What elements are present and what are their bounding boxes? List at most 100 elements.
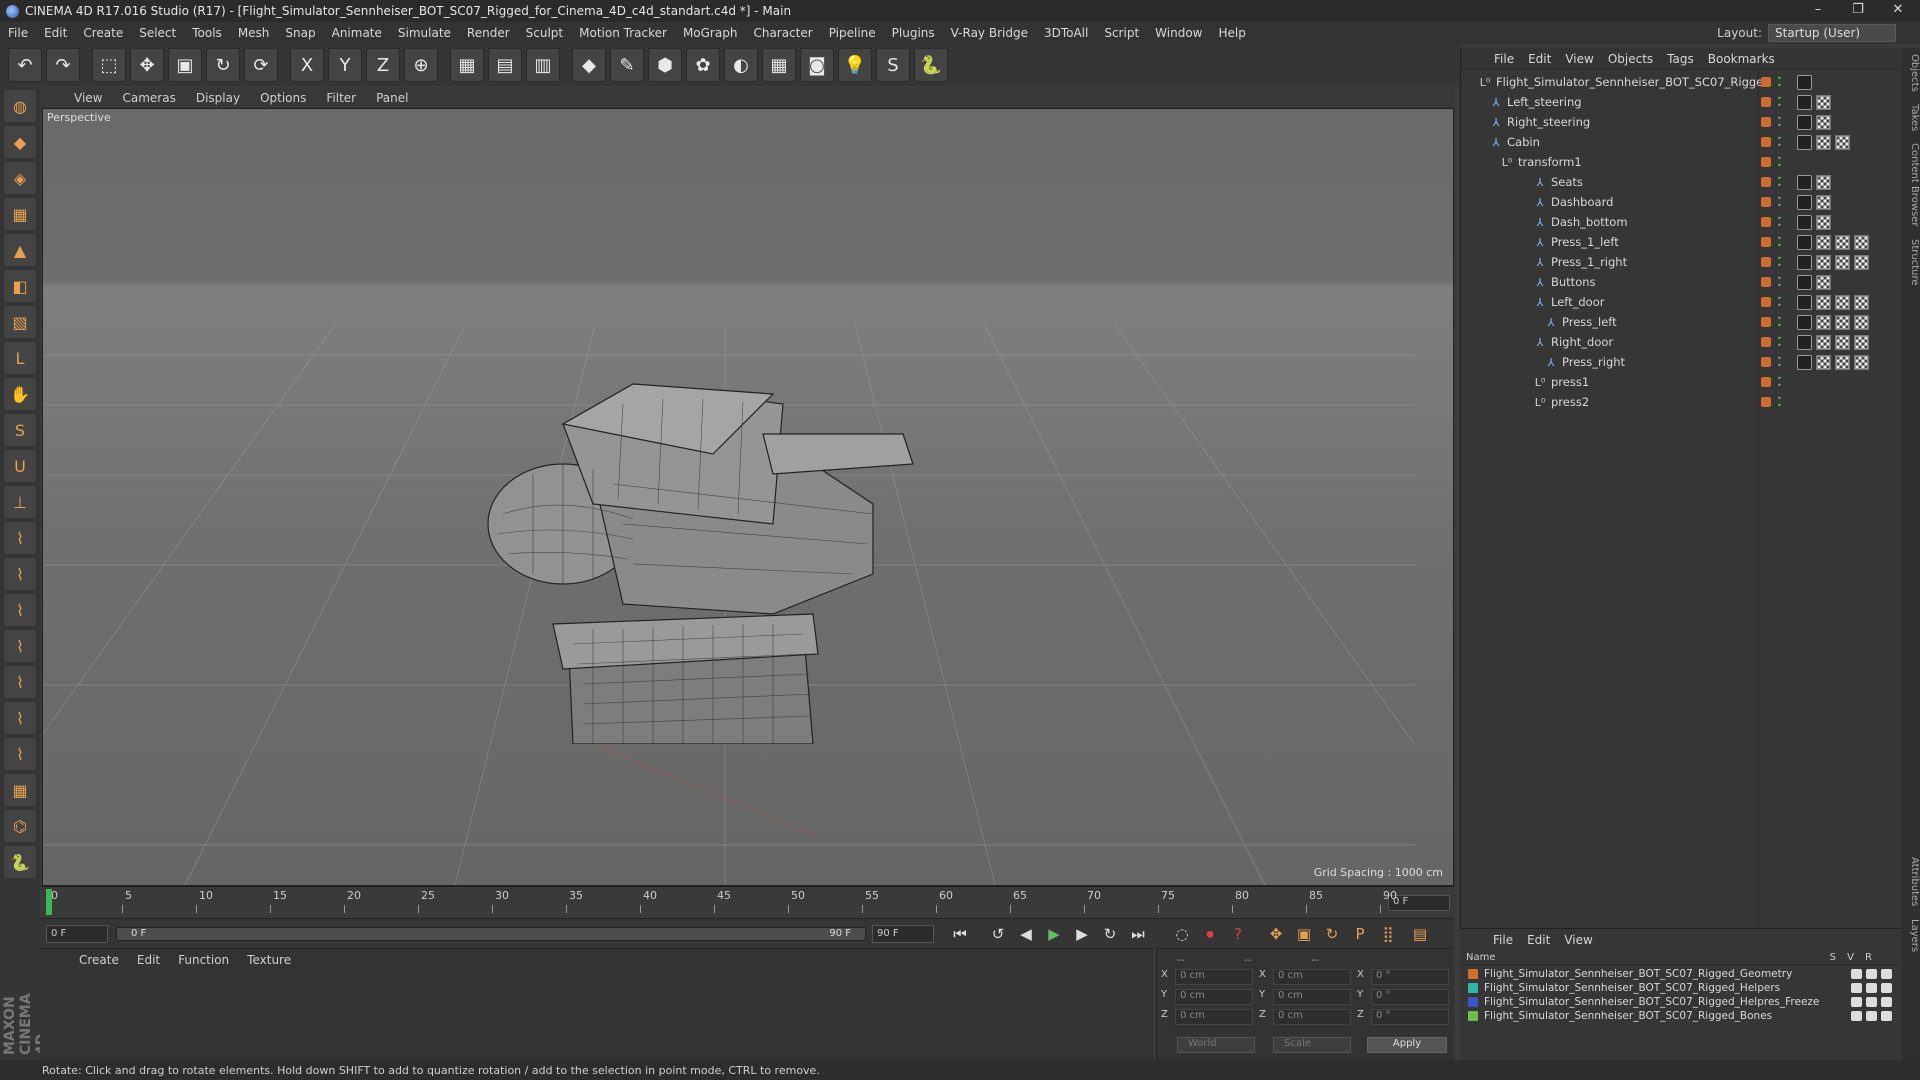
menu-sculpt[interactable]: Sculpt: [518, 26, 571, 40]
menu-3dtoall[interactable]: 3DToAll: [1036, 26, 1096, 40]
left-tool-10-icon[interactable]: U: [4, 450, 36, 482]
viewport-perspective[interactable]: Perspective Grid Spacing : 1000 cm: [42, 108, 1454, 886]
right-tab-structure[interactable]: Structure: [1902, 233, 1920, 292]
material-tag-icon[interactable]: [1797, 134, 1812, 150]
edit-render-settings-icon[interactable]: ▥: [526, 48, 560, 82]
visibility-dots-icon[interactable]: • •: [1777, 235, 1782, 250]
cloner-icon[interactable]: ✿: [686, 48, 720, 82]
layer-color-swatch[interactable]: [1761, 357, 1771, 367]
render-icon[interactable]: [1881, 997, 1892, 1007]
left-tool-11-icon[interactable]: ⊥: [4, 486, 36, 518]
material-menu-texture[interactable]: Texture: [238, 953, 300, 967]
menu-window[interactable]: Window: [1147, 26, 1210, 40]
texture-tag-icon[interactable]: [1835, 234, 1850, 250]
recent-tool-icon[interactable]: ⟳: [244, 48, 278, 82]
visibility-dots-icon[interactable]: • •: [1777, 275, 1782, 290]
menu-edit[interactable]: Edit: [36, 26, 75, 40]
material-tag-icon[interactable]: [1797, 314, 1812, 330]
right-tab-objects[interactable]: Objects: [1902, 48, 1920, 98]
current-frame-field[interactable]: 0 F: [1388, 895, 1450, 911]
object-menu-objects[interactable]: Objects: [1601, 52, 1660, 66]
material-menu-create[interactable]: Create: [70, 953, 128, 967]
solo-icon[interactable]: [1851, 969, 1862, 979]
object-row[interactable]: L⁰ press1 • •: [1461, 372, 1903, 392]
object-row[interactable]: ⅄ Left_door • •: [1461, 292, 1903, 312]
left-tool-20-icon[interactable]: ⌬: [4, 810, 36, 842]
material-tag-icon[interactable]: [1797, 74, 1812, 90]
menu-script[interactable]: Script: [1096, 26, 1147, 40]
menu-mograph[interactable]: MoGraph: [675, 26, 746, 40]
coordinate-system-dropdown[interactable]: World: [1177, 1037, 1255, 1053]
layer-menu-file[interactable]: File: [1486, 933, 1520, 947]
world-coordinates-icon[interactable]: ⊕: [404, 48, 438, 82]
render-view-icon[interactable]: ▦: [450, 48, 484, 82]
visible-icon[interactable]: [1866, 969, 1877, 979]
object-menu-tags[interactable]: Tags: [1660, 52, 1701, 66]
viewport-menu-display[interactable]: Display: [186, 91, 250, 105]
left-tool-19-icon[interactable]: ▦: [4, 774, 36, 806]
render-icon[interactable]: [1881, 983, 1892, 993]
texture-tag-icon[interactable]: [1816, 114, 1831, 130]
y-axis-icon[interactable]: Y: [328, 48, 362, 82]
layer-color-swatch[interactable]: [1468, 1011, 1478, 1021]
autokey-icon[interactable]: ?: [1226, 922, 1250, 946]
texture-tag-icon[interactable]: [1816, 354, 1831, 370]
viewport-menu-options[interactable]: Options: [250, 91, 316, 105]
viewport-menu-view[interactable]: View: [64, 91, 112, 105]
left-tool-4-icon[interactable]: ▲: [4, 234, 36, 266]
left-tool-0-icon[interactable]: ◍: [4, 90, 36, 122]
object-row[interactable]: ⅄ Buttons • •: [1461, 272, 1903, 292]
object-row[interactable]: ⅄ Press_right • •: [1461, 352, 1903, 372]
menu-help[interactable]: Help: [1210, 26, 1253, 40]
cube-icon[interactable]: ◆: [572, 48, 606, 82]
visibility-dots-icon[interactable]: • •: [1777, 95, 1782, 110]
right-tab-attributes[interactable]: Attributes: [1902, 851, 1920, 912]
undo-icon[interactable]: ↶: [8, 48, 42, 82]
viewport-menu-filter[interactable]: Filter: [316, 91, 366, 105]
menu-select[interactable]: Select: [131, 26, 184, 40]
visibility-dots-icon[interactable]: • •: [1777, 215, 1782, 230]
visibility-dots-icon[interactable]: • •: [1777, 335, 1782, 350]
layer-color-swatch[interactable]: [1761, 157, 1771, 167]
material-tag-icon[interactable]: [1797, 214, 1812, 230]
floor-icon[interactable]: ▦: [762, 48, 796, 82]
texture-tag-icon[interactable]: [1816, 134, 1831, 150]
rotate-icon[interactable]: ↻: [206, 48, 240, 82]
coord-rotation-field[interactable]: 0 °: [1371, 969, 1449, 985]
x-axis-icon[interactable]: X: [290, 48, 324, 82]
light-icon[interactable]: 💡: [838, 48, 872, 82]
texture-tag-icon[interactable]: [1816, 334, 1831, 350]
layer-color-swatch[interactable]: [1761, 77, 1771, 87]
layer-color-swatch[interactable]: [1761, 177, 1771, 187]
z-axis-icon[interactable]: Z: [366, 48, 400, 82]
solo-icon[interactable]: [1851, 997, 1862, 1007]
texture-tag-icon[interactable]: [1816, 214, 1831, 230]
left-tool-3-icon[interactable]: ▦: [4, 198, 36, 230]
render-picture-viewer-icon[interactable]: ▤: [488, 48, 522, 82]
visible-icon[interactable]: [1866, 983, 1877, 993]
timeline-window-icon[interactable]: ▤: [1408, 922, 1432, 946]
material-tag-icon[interactable]: [1797, 354, 1812, 370]
material-tag-icon[interactable]: [1797, 234, 1812, 250]
coord-size-field[interactable]: 0 cm: [1273, 1009, 1351, 1025]
layout-dropdown[interactable]: Startup (User): [1768, 24, 1896, 42]
material-tag-icon[interactable]: [1797, 114, 1812, 130]
play-icon[interactable]: ▶: [1042, 922, 1066, 946]
visibility-dots-icon[interactable]: • •: [1777, 75, 1782, 90]
camera-icon[interactable]: ◙: [800, 48, 834, 82]
object-menu-file[interactable]: File: [1487, 52, 1521, 66]
previous-key-icon[interactable]: ↺: [986, 922, 1010, 946]
maximize-button[interactable]: ❐: [1838, 0, 1878, 22]
coord-rotation-field[interactable]: 0 °: [1371, 989, 1449, 1005]
playhead[interactable]: [46, 889, 52, 915]
object-row[interactable]: ⅄ Left_steering • •: [1461, 92, 1903, 112]
visibility-dots-icon[interactable]: • •: [1777, 135, 1782, 150]
menu-tools[interactable]: Tools: [184, 26, 230, 40]
solo-icon[interactable]: [1851, 983, 1862, 993]
object-row[interactable]: ⅄ Right_door • •: [1461, 332, 1903, 352]
texture-tag-icon[interactable]: [1835, 254, 1850, 270]
visible-icon[interactable]: [1866, 997, 1877, 1007]
menu-snap[interactable]: Snap: [277, 26, 323, 40]
texture-tag-icon[interactable]: [1816, 294, 1831, 310]
material-menu-function[interactable]: Function: [169, 953, 238, 967]
